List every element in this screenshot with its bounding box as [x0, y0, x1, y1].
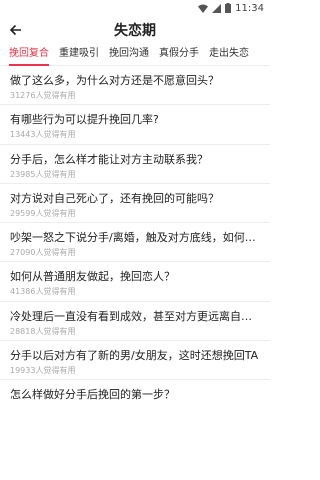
tab-wanhui-fuhe[interactable]: 挽回复合	[4, 44, 54, 66]
app-bar: 失恋期	[0, 16, 270, 44]
list-item[interactable]: 如何从普通朋友做起，挽回恋人？ 41386人觉得有用	[0, 262, 270, 302]
item-useful-count: 28818人觉得有用	[10, 326, 76, 336]
item-title: 吵架一怒之下说分手/离婚，触及对方底线，如何挽回	[10, 231, 260, 245]
list-item[interactable]: 吵架一怒之下说分手/离婚，触及对方底线，如何挽回 27090人觉得有用	[0, 223, 270, 263]
wifi-icon	[198, 4, 209, 13]
tab-chongjian-xiyin[interactable]: 重建吸引	[54, 44, 104, 66]
article-list: 做了这么多，为什么对方还是不愿意回头？ 31276人觉得有用 有哪些行为可以提升…	[0, 66, 270, 420]
item-title: 分手以后对方有了新的男/女朋友，这时还想挽回TA	[10, 349, 259, 363]
item-title: 怎么样做好分手后挽回的第一步？	[10, 388, 175, 402]
list-item[interactable]: 分手后，怎么样才能让对方主动联系我？ 23985人觉得有用	[0, 145, 270, 184]
item-title: 对方说对自己死心了，还有挽回的可能吗？	[10, 191, 219, 205]
status-time: 11:34	[235, 2, 264, 14]
list-item[interactable]: 有哪些行为可以提升挽回几率? 13443人觉得有用	[0, 105, 270, 145]
battery-icon	[225, 3, 232, 13]
item-useful-count: 23985人觉得有用	[10, 169, 76, 179]
tab-zouchu-shilian[interactable]: 走出失恋	[204, 44, 254, 66]
item-title: 冷处理后一直没有看到成效，甚至对方更远离自己，	[10, 309, 260, 323]
item-useful-count: 13443人觉得有用	[10, 130, 76, 140]
page-title: 失恋期	[114, 23, 156, 39]
back-button[interactable]	[0, 16, 32, 44]
status-bar: 11:34	[0, 0, 270, 16]
item-useful-count: 19933人觉得有用	[10, 366, 76, 376]
list-item[interactable]: 对方说对自己死心了，还有挽回的可能吗？ 29599人觉得有用	[0, 184, 270, 224]
list-item[interactable]: 冷处理后一直没有看到成效，甚至对方更远离自己， 28818人觉得有用	[0, 302, 270, 342]
category-tabs: 挽回复合 重建吸引 挽回沟通 真假分手 走出失恋	[0, 44, 270, 66]
list-item[interactable]: 分手以后对方有了新的男/女朋友，这时还想挽回TA 19933人觉得有用	[0, 341, 270, 381]
item-useful-count: 31276人觉得有用	[10, 91, 76, 100]
item-useful-count: 41386人觉得有用	[10, 287, 76, 297]
tab-wanhui-goutong[interactable]: 挽回沟通	[104, 44, 154, 66]
item-useful-count: 29599人觉得有用	[10, 208, 76, 218]
tab-zhenjia-fenshou[interactable]: 真假分手	[154, 44, 204, 66]
signal-icon	[212, 3, 222, 13]
list-item[interactable]: 怎么样做好分手后挽回的第一步？	[0, 380, 270, 419]
item-title: 有哪些行为可以提升挽回几率?	[10, 113, 159, 127]
item-title: 如何从普通朋友做起，挽回恋人？	[10, 270, 175, 284]
item-useful-count: 27090人觉得有用	[10, 248, 76, 258]
list-item[interactable]: 做了这么多，为什么对方还是不愿意回头？ 31276人觉得有用	[0, 66, 270, 106]
item-title: 分手后，怎么样才能让对方主动联系我？	[10, 152, 208, 166]
arrow-left-icon	[9, 21, 22, 40]
item-title: 做了这么多，为什么对方还是不愿意回头？	[10, 74, 219, 87]
